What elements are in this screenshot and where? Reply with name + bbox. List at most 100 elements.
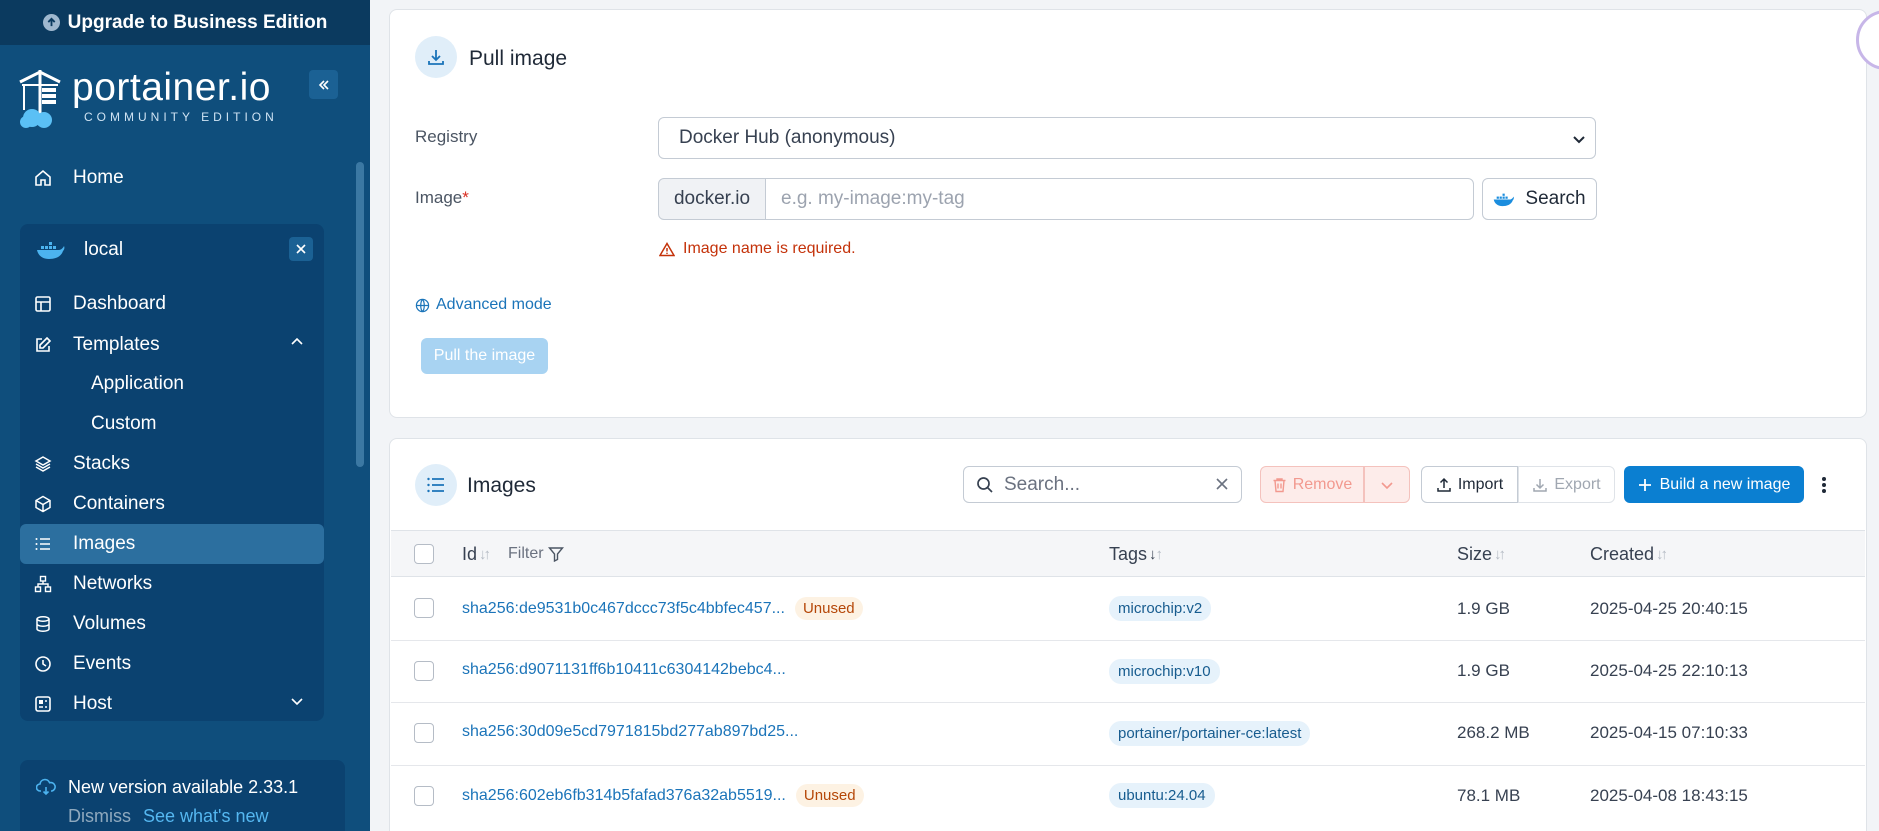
sidebar-item-label: Networks	[73, 573, 153, 594]
sidebar-item-containers[interactable]: Containers	[20, 484, 324, 524]
image-tag: ubuntu:24.04	[1109, 783, 1215, 808]
images-title: Images	[467, 474, 536, 497]
sidebar-subitem-custom[interactable]: Custom	[91, 404, 156, 444]
advanced-mode-link[interactable]: Advanced mode	[415, 296, 552, 314]
image-size: 268.2 MB	[1457, 723, 1530, 742]
registry-value: Docker Hub (anonymous)	[679, 127, 896, 148]
docker-whale-icon	[1493, 192, 1515, 207]
registry-select[interactable]: Docker Hub (anonymous)	[658, 117, 1596, 159]
image-name-input[interactable]	[765, 178, 1474, 220]
globe-icon	[415, 298, 430, 313]
plus-icon	[1638, 478, 1652, 492]
chevron-down-icon	[1381, 481, 1393, 489]
update-title: New version available 2.33.1	[68, 777, 299, 797]
images-search-input[interactable]: Search...	[963, 466, 1242, 503]
import-button[interactable]: Import	[1421, 466, 1518, 503]
cloud-download-icon	[36, 778, 56, 796]
filter-button[interactable]: Filter	[508, 545, 564, 563]
row-checkbox[interactable]	[414, 723, 434, 743]
column-created[interactable]: Created ↓↑	[1590, 544, 1668, 565]
list-icon	[415, 464, 457, 506]
unused-badge: Unused	[795, 784, 864, 807]
environment-header[interactable]: local	[20, 230, 324, 270]
upgrade-arrow-icon	[42, 14, 60, 31]
sidebar-item-label: Events	[73, 653, 132, 674]
sidebar-item-templates[interactable]: Templates	[20, 325, 324, 365]
table-row: sha256:d9071131ff6b10411c6304142bebc4...	[462, 661, 786, 679]
column-size[interactable]: Size ↓↑	[1457, 544, 1506, 565]
trash-icon	[1272, 477, 1287, 493]
sidebar-item-networks[interactable]: Networks	[20, 564, 324, 604]
clear-search-icon[interactable]	[1215, 477, 1229, 491]
image-required-error: Image name is required.	[659, 240, 856, 258]
row-checkbox[interactable]	[414, 661, 434, 681]
sidebar-item-label: Dashboard	[73, 293, 166, 314]
image-id-link[interactable]: sha256:602eb6fb314b5fafad376a32ab5519...	[462, 787, 786, 805]
docker-whale-icon	[36, 240, 66, 260]
sidebar-item-volumes[interactable]: Volumes	[20, 604, 324, 644]
sidebar-item-images[interactable]: Images	[20, 524, 324, 564]
warning-icon	[659, 241, 675, 257]
search-icon	[976, 476, 994, 494]
build-new-image-button[interactable]: Build a new image	[1624, 466, 1804, 503]
build-label: Build a new image	[1659, 475, 1791, 493]
portainer-logo[interactable]: portainer.io COMMUNITY EDITION	[18, 68, 278, 130]
sort-icon: ↓↑	[1494, 546, 1506, 563]
table-row: sha256:de9531b0c467dccc73f5c4bbfec457...…	[462, 597, 863, 620]
remove-button[interactable]: Remove	[1260, 466, 1364, 503]
column-id[interactable]: Id ↓↑	[462, 544, 491, 565]
pull-image-button[interactable]: Pull the image	[421, 338, 548, 374]
more-options-icon[interactable]	[1821, 475, 1827, 495]
upload-icon	[1436, 477, 1452, 493]
chevron-up-icon	[290, 335, 304, 349]
table-row: sha256:30d09e5cd7971815bd277ab897bd25...	[462, 723, 798, 741]
sidebar-item-label: Volumes	[73, 613, 146, 634]
table-row: sha256:602eb6fb314b5fafad376a32ab5519...…	[462, 784, 864, 807]
image-tag: microchip:v10	[1109, 659, 1220, 684]
image-created: 2025-04-25 22:10:13	[1590, 661, 1748, 680]
sort-desc-icon: ↓	[1149, 546, 1156, 563]
close-environment-button[interactable]	[289, 237, 313, 261]
chevron-down-icon	[290, 694, 304, 708]
row-checkbox[interactable]	[414, 598, 434, 618]
image-id-link[interactable]: sha256:de9531b0c467dccc73f5c4bbfec457...	[462, 600, 785, 618]
pull-image-title: Pull image	[469, 47, 568, 70]
registry-prefix: docker.io	[658, 178, 766, 220]
see-whats-new-link[interactable]: See what's new	[143, 806, 269, 827]
image-tag: microchip:v2	[1109, 596, 1212, 621]
image-label-text: Image	[415, 188, 463, 207]
sidebar-item-home[interactable]: Home	[20, 158, 324, 198]
advanced-mode-label: Advanced mode	[436, 296, 552, 313]
search-docker-hub-button[interactable]: Search	[1482, 178, 1597, 220]
row-checkbox[interactable]	[414, 786, 434, 806]
column-tags[interactable]: Tags ↓ ↑	[1109, 544, 1163, 565]
unused-badge: Unused	[794, 597, 863, 620]
sidebar-item-dashboard[interactable]: Dashboard	[20, 284, 324, 324]
dismiss-link[interactable]: Dismiss	[68, 806, 131, 827]
sidebar-item-label: Templates	[73, 334, 160, 355]
sidebar-item-stacks[interactable]: Stacks	[20, 444, 324, 484]
dashboard-icon	[33, 294, 53, 314]
row-divider	[391, 640, 1865, 641]
column-size-label: Size	[1457, 544, 1493, 564]
templates-icon	[33, 335, 53, 355]
sidebar-item-host[interactable]: Host	[20, 684, 324, 724]
export-button[interactable]: Export	[1518, 466, 1615, 503]
volumes-icon	[33, 614, 53, 634]
host-icon	[33, 694, 53, 714]
sort-icon: ↑	[1155, 546, 1163, 563]
sidebar-item-events[interactable]: Events	[20, 644, 324, 684]
upgrade-banner[interactable]: Upgrade to Business Edition	[0, 0, 370, 45]
remove-options-dropdown[interactable]	[1364, 466, 1410, 503]
collapse-sidebar-button[interactable]	[309, 70, 338, 99]
select-all-checkbox[interactable]	[414, 544, 434, 564]
image-created: 2025-04-08 18:43:15	[1590, 786, 1748, 805]
sidebar-scrollbar[interactable]	[356, 162, 364, 467]
image-size: 1.9 GB	[1457, 599, 1510, 618]
image-id-link[interactable]: sha256:d9071131ff6b10411c6304142bebc4...	[462, 661, 786, 679]
clock-icon	[33, 654, 53, 674]
sidebar-subitem-application[interactable]: Application	[91, 364, 184, 404]
search-placeholder: Search...	[1004, 473, 1081, 495]
image-id-link[interactable]: sha256:30d09e5cd7971815bd277ab897bd25...	[462, 723, 798, 741]
sidebar-item-label: Home	[73, 167, 124, 188]
